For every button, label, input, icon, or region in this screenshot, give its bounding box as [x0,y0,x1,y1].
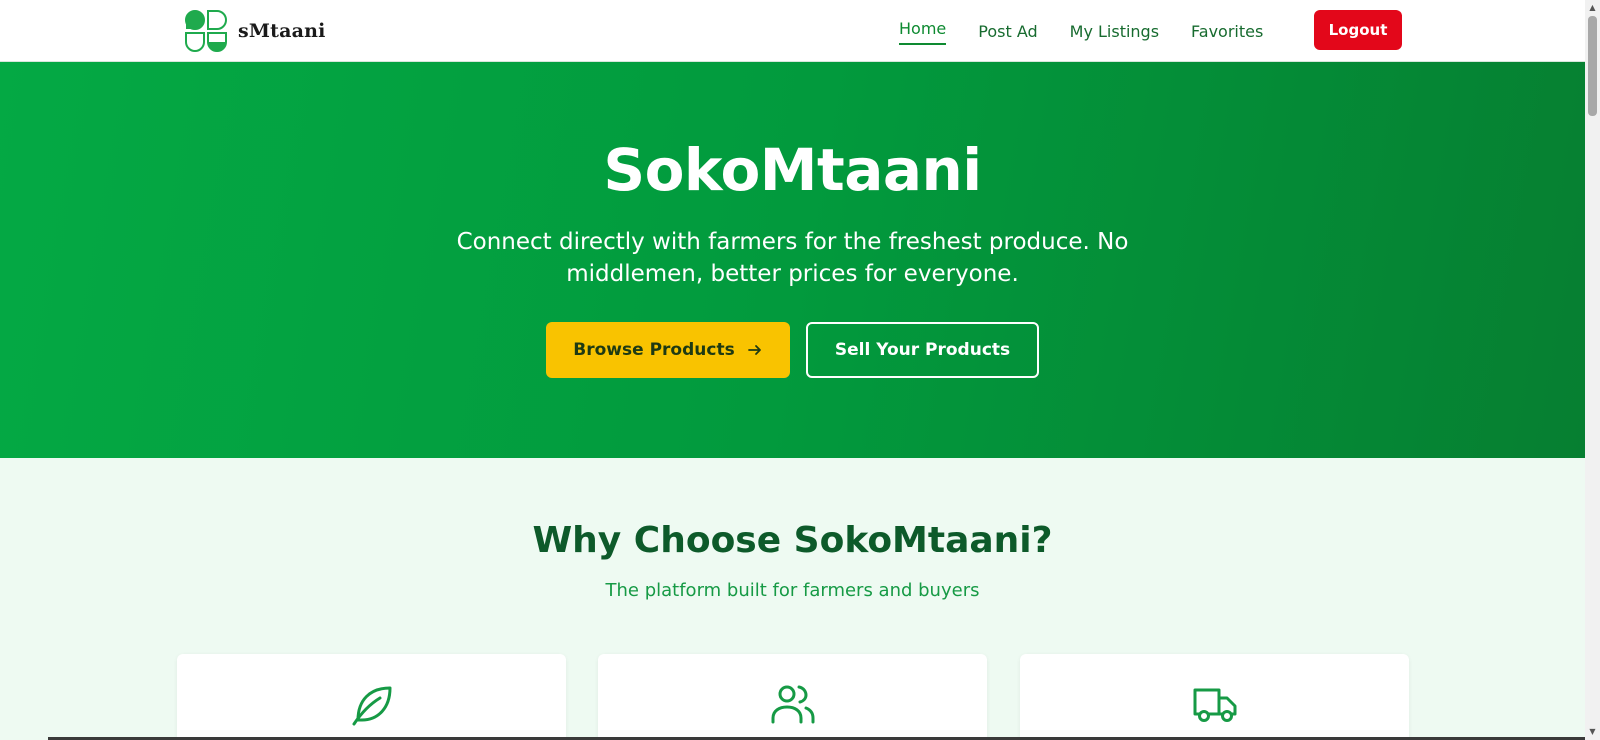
brand-logo[interactable]: sMtaani [184,9,326,53]
browse-products-button[interactable]: Browse Products [546,322,790,378]
arrow-right-icon [747,345,761,355]
scroll-up-arrow-icon[interactable]: ▲ [1588,3,1597,13]
browse-products-label: Browse Products [573,340,735,360]
brand-name: sMtaani [238,20,326,42]
nav-favorites-label: Favorites [1191,21,1264,41]
features-subtitle: The platform built for farmers and buyer… [605,580,980,601]
logo-mark-icon [185,10,227,52]
nav-home-label: Home [899,18,947,38]
hero-section: SokoMtaani Connect directly with farmers… [0,62,1585,458]
navbar: sMtaani Home Post Ad My Listings Favorit… [0,0,1585,62]
page-scrollbar[interactable]: ▲ ▼ [1585,0,1600,740]
scroll-thumb[interactable] [1588,16,1597,116]
features-title: Why Choose SokoMtaani? [532,520,1053,561]
scroll-down-arrow-icon[interactable]: ▼ [1588,727,1597,737]
hero-title: SokoMtaani [603,136,982,204]
nav-favorites[interactable]: Favorites [1191,0,1263,62]
truck-icon [1193,688,1236,722]
feature-card-community [598,654,987,740]
nav-post-ad-label: Post Ad [978,21,1038,41]
logout-button[interactable]: Logout [1314,10,1402,50]
nav-post-ad[interactable]: Post Ad [978,0,1037,62]
leaf-icon [352,686,391,726]
hero-subtitle: Connect directly with farmers for the fr… [456,229,1129,287]
feature-card-delivery [1020,654,1409,740]
nav-my-listings-label: My Listings [1069,21,1160,41]
nav-my-listings[interactable]: My Listings [1070,0,1159,62]
main-nav: Home Post Ad My Listings Favorites [899,0,1295,62]
feature-card-fresh [177,654,566,740]
nav-home[interactable]: Home [899,0,947,62]
users-icon [771,685,814,724]
sell-products-button[interactable]: Sell Your Products [806,322,1039,378]
